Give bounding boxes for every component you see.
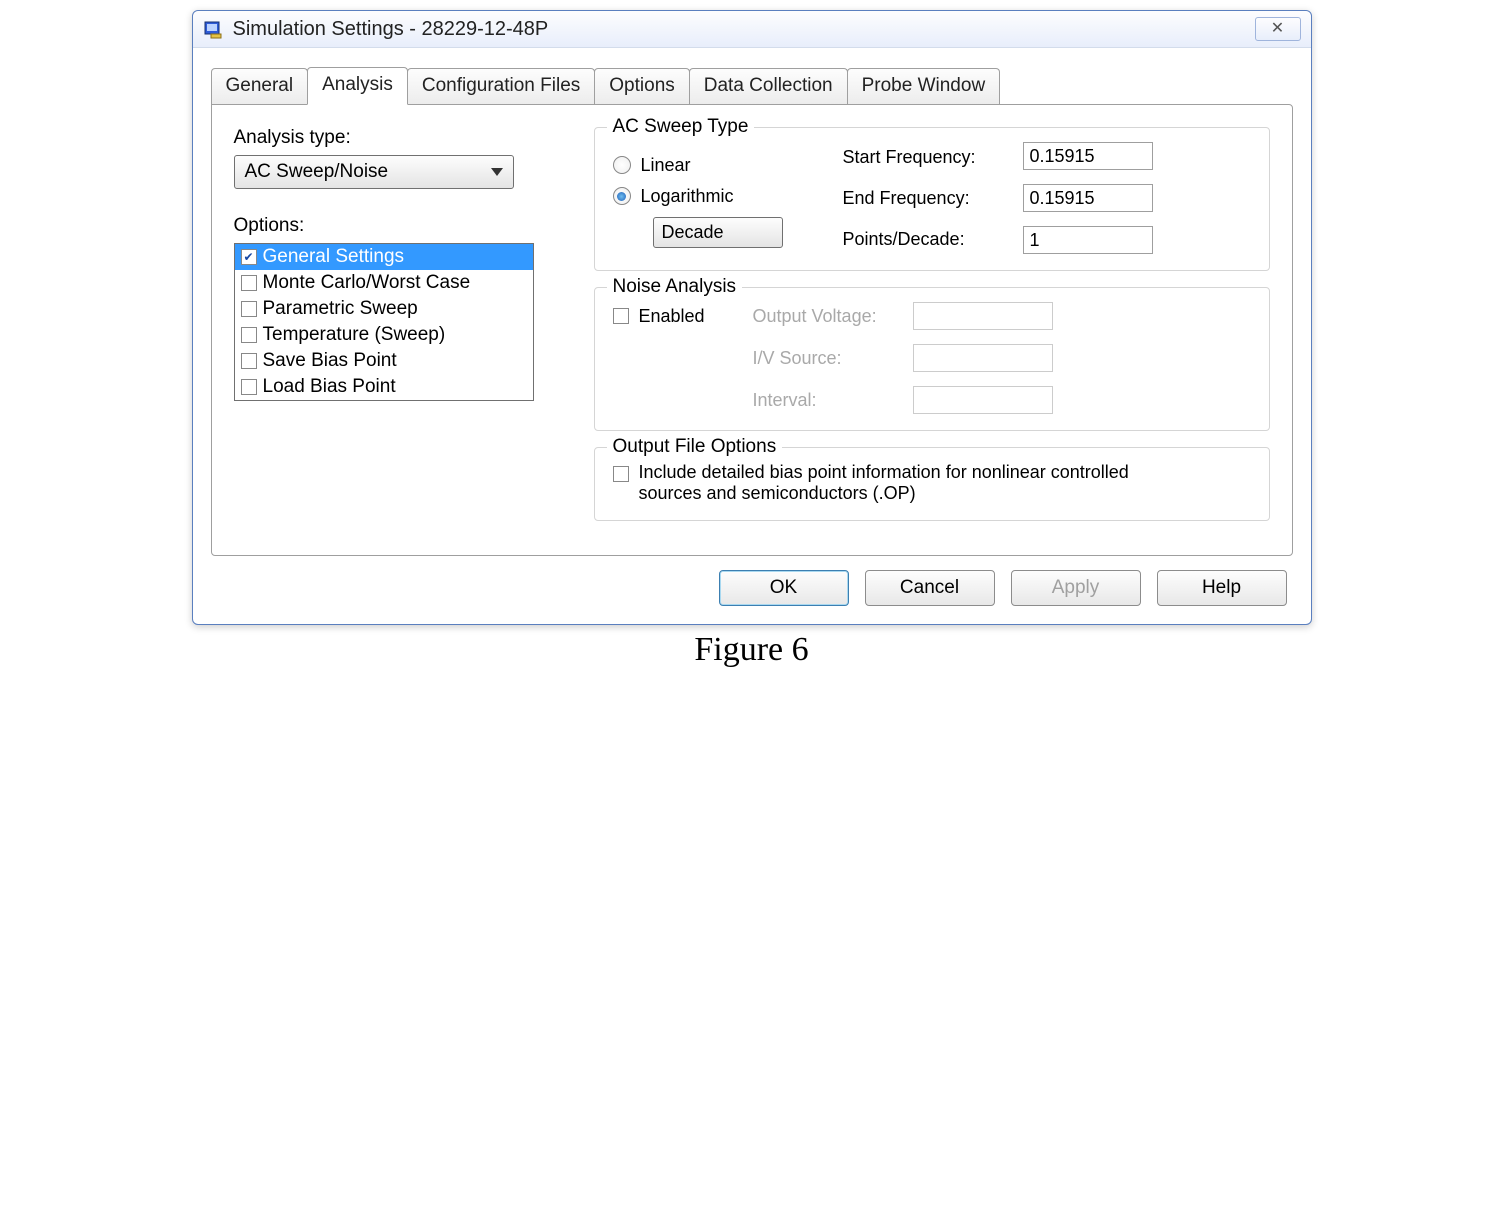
checkbox-icon[interactable] bbox=[241, 327, 257, 343]
output-voltage-input bbox=[913, 302, 1053, 330]
ac-sweep-legend: AC Sweep Type bbox=[607, 116, 755, 138]
output-voltage-label: Output Voltage: bbox=[753, 306, 913, 327]
option-temperature-sweep[interactable]: Temperature (Sweep) bbox=[235, 322, 533, 348]
tab-panel-analysis: Analysis type: AC Sweep/Noise Options: ✔… bbox=[211, 104, 1293, 556]
noise-analysis-group: Noise Analysis Enabled Output Voltage: I… bbox=[594, 287, 1270, 431]
option-general-settings[interactable]: ✔ General Settings bbox=[235, 244, 533, 270]
checkbox-icon[interactable] bbox=[241, 379, 257, 395]
radio-icon bbox=[613, 156, 631, 174]
tabstrip: General Analysis Configuration Files Opt… bbox=[211, 66, 1293, 104]
option-parametric-sweep[interactable]: Parametric Sweep bbox=[235, 296, 533, 322]
checkbox-icon[interactable] bbox=[613, 308, 629, 324]
checkbox-icon[interactable] bbox=[241, 353, 257, 369]
outfile-legend: Output File Options bbox=[607, 436, 783, 458]
analysis-type-combo[interactable]: AC Sweep/Noise bbox=[234, 155, 514, 189]
analysis-type-value: AC Sweep/Noise bbox=[245, 161, 389, 183]
client-area: General Analysis Configuration Files Opt… bbox=[193, 48, 1311, 624]
help-button[interactable]: Help bbox=[1157, 570, 1287, 606]
option-save-bias-point[interactable]: Save Bias Point bbox=[235, 348, 533, 374]
radio-logarithmic[interactable]: Logarithmic bbox=[613, 186, 843, 207]
bias-label: Include detailed bias point information … bbox=[639, 462, 1159, 504]
end-freq-label: End Frequency: bbox=[843, 188, 1023, 209]
start-freq-label: Start Frequency: bbox=[843, 147, 1023, 168]
cancel-button[interactable]: Cancel bbox=[865, 570, 995, 606]
titlebar: Simulation Settings - 28229-12-48P ✕ bbox=[193, 11, 1311, 48]
close-button[interactable]: ✕ bbox=[1255, 17, 1301, 41]
app-icon bbox=[203, 18, 225, 40]
points-input[interactable] bbox=[1023, 226, 1153, 254]
checkbox-icon[interactable]: ✔ bbox=[241, 249, 257, 265]
points-label: Points/Decade: bbox=[843, 229, 1023, 250]
options-listbox[interactable]: ✔ General Settings Monte Carlo/Worst Cas… bbox=[234, 243, 534, 401]
checkbox-icon[interactable] bbox=[241, 275, 257, 291]
tab-options[interactable]: Options bbox=[594, 68, 689, 105]
iv-source-input bbox=[913, 344, 1053, 372]
interval-input bbox=[913, 386, 1053, 414]
simulation-settings-dialog: Simulation Settings - 28229-12-48P ✕ Gen… bbox=[192, 10, 1312, 625]
bias-checkbox[interactable] bbox=[613, 466, 629, 482]
option-monte-carlo[interactable]: Monte Carlo/Worst Case bbox=[235, 270, 533, 296]
iv-source-label: I/V Source: bbox=[753, 348, 913, 369]
options-label: Options: bbox=[234, 215, 564, 237]
radio-icon bbox=[613, 187, 631, 205]
tab-probe-window[interactable]: Probe Window bbox=[847, 68, 1001, 105]
noise-legend: Noise Analysis bbox=[607, 276, 743, 298]
noise-enabled-checkbox[interactable]: Enabled bbox=[613, 306, 753, 327]
tab-analysis[interactable]: Analysis bbox=[307, 67, 408, 105]
tab-configuration-files[interactable]: Configuration Files bbox=[407, 68, 595, 105]
radio-linear[interactable]: Linear bbox=[613, 155, 843, 176]
log-scale-combo[interactable]: Decade bbox=[653, 217, 783, 248]
chevron-down-icon bbox=[491, 168, 503, 176]
tab-general[interactable]: General bbox=[211, 68, 309, 105]
ac-sweep-group: AC Sweep Type Linear Logarithmic bbox=[594, 127, 1270, 271]
window-title: Simulation Settings - 28229-12-48P bbox=[233, 18, 1255, 41]
output-file-options-group: Output File Options Include detailed bia… bbox=[594, 447, 1270, 521]
tab-data-collection[interactable]: Data Collection bbox=[689, 68, 848, 105]
apply-button: Apply bbox=[1011, 570, 1141, 606]
figure-caption: Figure 6 bbox=[0, 631, 1503, 669]
ok-button[interactable]: OK bbox=[719, 570, 849, 606]
start-freq-input[interactable] bbox=[1023, 142, 1153, 170]
end-freq-input[interactable] bbox=[1023, 184, 1153, 212]
option-load-bias-point[interactable]: Load Bias Point bbox=[235, 374, 533, 400]
interval-label: Interval: bbox=[753, 390, 913, 411]
analysis-type-label: Analysis type: bbox=[234, 127, 564, 149]
dialog-buttons: OK Cancel Apply Help bbox=[211, 556, 1293, 610]
checkbox-icon[interactable] bbox=[241, 301, 257, 317]
